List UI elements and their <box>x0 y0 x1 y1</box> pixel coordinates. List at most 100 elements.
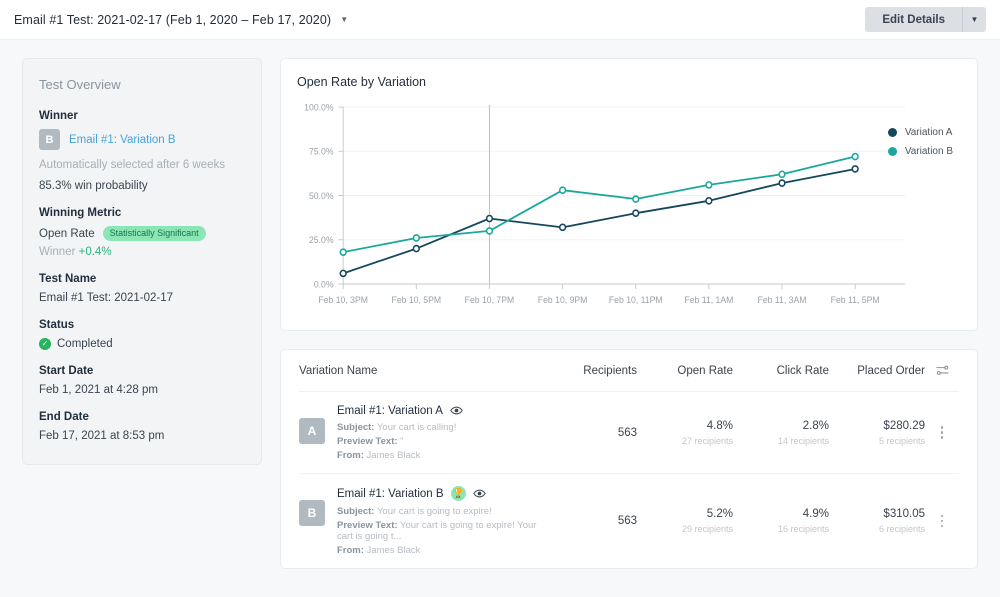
winner-label: Winner <box>39 110 78 122</box>
winner-row: B Email #1: Variation B <box>39 129 245 150</box>
variation-preview-text: Preview Text: " <box>337 436 404 447</box>
click-rate-value: 4.9% <box>802 508 829 520</box>
svg-text:Feb 11, 3AM: Feb 11, 3AM <box>758 295 807 305</box>
row-more-options-icon[interactable] <box>925 514 959 528</box>
status-label: Status <box>39 319 75 331</box>
svg-text:Feb 10, 7PM: Feb 10, 7PM <box>465 295 515 305</box>
win-probability-text: 85.3% win probability <box>39 180 148 192</box>
preview-eye-icon[interactable] <box>472 487 486 500</box>
edit-details-button[interactable]: Edit Details <box>865 7 962 32</box>
recipients-cell: 563 <box>541 427 637 439</box>
variation-name-cell: A Email #1: Variation A Subject: Your cart… <box>299 392 541 473</box>
chart-plot-area: 0.0% 25.0% 50.0% 75.0% 100.0% Feb 10, 3PM Feb … <box>297 97 961 322</box>
open-rate-chart-card: Open Rate by Variation 0.0% 25.0% 50.0% 75.… <box>280 58 978 331</box>
placed-order-value: $310.05 <box>883 508 925 520</box>
variation-title-row: Email #1: Variation B 🏆 <box>337 486 541 501</box>
column-header-recipients[interactable]: Recipients <box>541 365 637 377</box>
column-header-placed-order[interactable]: Placed Order <box>829 365 925 377</box>
test-overview-heading: Test Overview <box>39 77 121 92</box>
table-header-row: Variation Name Recipients Open Rate Clic… <box>299 350 959 392</box>
line-chart-svg: 0.0% 25.0% 50.0% 75.0% 100.0% Feb 10, 3PM Feb … <box>304 102 906 305</box>
winning-metric-section: Winning Metric Open Rate Statistically S… <box>39 207 245 258</box>
table-row[interactable]: B Email #1: Variation B 🏆 Subject: Your car… <box>299 474 959 568</box>
end-date-label: End Date <box>39 411 89 423</box>
end-date-section: End Date Feb 17, 2021 at 8:53 pm <box>39 411 245 442</box>
variation-title-row: Email #1: Variation A <box>337 404 463 417</box>
table-row[interactable]: A Email #1: Variation A Subject: Your cart… <box>299 392 959 474</box>
recipients-value: 563 <box>617 515 637 527</box>
test-name-section: Test Name Email #1 Test: 2021-02-17 <box>39 273 245 304</box>
legend-color-dot-icon <box>887 128 897 137</box>
legend-color-dot-icon <box>887 147 897 156</box>
open-rate-recipients: 29 recipients <box>681 524 733 534</box>
recipients-cell: 563 <box>541 515 637 527</box>
winner-section: Winner B Email #1: Variation B Automatic… <box>39 110 245 192</box>
open-rate-cell: 4.8% 27 recipients <box>637 420 733 446</box>
legend-item-variation-b[interactable]: Variation B <box>887 146 953 157</box>
test-name-value: Email #1 Test: 2021-02-17 <box>39 292 174 304</box>
svg-text:Feb 10, 5PM: Feb 10, 5PM <box>392 295 442 305</box>
status-value: Completed <box>57 338 113 350</box>
winner-variation-link[interactable]: Email #1: Variation B <box>69 134 176 146</box>
variation-badge: A <box>299 418 325 444</box>
variations-table-card: Variation Name Recipients Open Rate Clic… <box>280 349 978 569</box>
svg-text:100.0%: 100.0% <box>304 102 334 112</box>
svg-text:25.0%: 25.0% <box>309 235 334 245</box>
variation-subject: Subject: Your cart is going to expire! <box>337 506 492 517</box>
winning-metric-label: Winning Metric <box>39 207 122 219</box>
variation-from: From: James Black <box>337 545 421 556</box>
column-settings-icon[interactable] <box>925 364 959 377</box>
topbar-actions: Edit Details ▼ <box>865 7 986 32</box>
edit-details-dropdown-caret-icon[interactable]: ▼ <box>962 7 986 32</box>
winning-metric-row: Open Rate Statistically Significant <box>39 226 245 241</box>
placed-order-value: $280.29 <box>883 419 925 432</box>
svg-text:Feb 10, 11PM: Feb 10, 11PM <box>609 295 663 305</box>
variation-preview-text: Preview Text: Your cart is going to expi… <box>337 520 537 542</box>
winner-delta-prefix: Winner <box>39 246 79 258</box>
winner-delta: Winner +0.4% <box>39 246 245 258</box>
column-header-variation-name[interactable]: Variation Name <box>299 365 541 377</box>
svg-text:Feb 10, 9PM: Feb 10, 9PM <box>538 295 588 305</box>
svg-text:50.0%: 50.0% <box>309 191 334 201</box>
status-section: Status ✓ Completed <box>39 319 245 350</box>
legend-label-variation-b: Variation B <box>904 146 953 157</box>
test-overview-panel: Test Overview Winner B Email #1: Variati… <box>22 58 262 465</box>
variation-details: Email #1: Variation A Subject: Your cart … <box>337 404 463 461</box>
placed-order-cell: $280.29 5 recipients <box>829 420 925 446</box>
page-body: Test Overview Winner B Email #1: Variati… <box>0 40 1000 587</box>
start-date-label: Start Date <box>39 365 94 377</box>
page-title: Email #1 Test: 2021-02-17 (Feb 1, 2020 –… <box>14 12 332 27</box>
edit-details-button-group: Edit Details ▼ <box>865 7 986 32</box>
chart-legend: Variation A Variation B <box>887 127 953 165</box>
end-date-value: Feb 17, 2021 at 8:53 pm <box>39 430 165 442</box>
title-dropdown-caret-icon[interactable]: ▼ <box>340 15 348 24</box>
column-header-click-rate[interactable]: Click Rate <box>733 365 829 377</box>
click-rate-recipients: 14 recipients <box>777 435 829 446</box>
svg-text:75.0%: 75.0% <box>309 147 334 157</box>
placed-order-recipients: 6 recipients <box>878 524 925 534</box>
placed-order-cell: $310.05 6 recipients <box>829 508 925 534</box>
winner-variation-badge: B <box>39 129 60 150</box>
trophy-icon: 🏆 <box>450 486 466 501</box>
click-rate-cell: 4.9% 16 recipients <box>733 508 829 534</box>
svg-text:Feb 10, 3PM: Feb 10, 3PM <box>318 295 368 305</box>
table-body: A Email #1: Variation A Subject: Your cart… <box>299 392 959 568</box>
legend-item-variation-a[interactable]: Variation A <box>887 127 953 138</box>
variation-subject: Subject: Your cart is calling! <box>337 422 457 433</box>
open-rate-cell: 5.2% 29 recipients <box>637 508 733 534</box>
winning-metric-name: Open Rate <box>39 227 95 240</box>
main-content: Open Rate by Variation 0.0% 25.0% 50.0% 75.… <box>280 58 978 569</box>
start-date-section: Start Date Feb 1, 2021 at 4:28 pm <box>39 365 245 396</box>
variation-badge: B <box>299 500 325 526</box>
placed-order-recipients: 5 recipients <box>878 435 925 446</box>
column-header-open-rate[interactable]: Open Rate <box>637 365 733 377</box>
auto-selected-text: Automatically selected after 6 weeks <box>39 159 226 171</box>
chart-title: Open Rate by Variation <box>297 75 427 89</box>
variation-name: Email #1: Variation B <box>337 487 444 500</box>
svg-text:Feb 11, 1AM: Feb 11, 1AM <box>684 295 733 305</box>
variation-from: From: James Black <box>337 450 421 461</box>
legend-label-variation-a: Variation A <box>904 127 953 138</box>
preview-eye-icon[interactable] <box>450 404 463 417</box>
statistical-significance-badge: Statistically Significant <box>102 226 206 241</box>
row-more-options-icon[interactable] <box>925 426 959 439</box>
